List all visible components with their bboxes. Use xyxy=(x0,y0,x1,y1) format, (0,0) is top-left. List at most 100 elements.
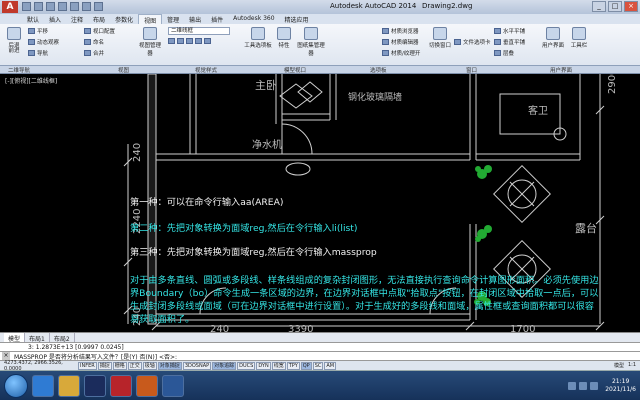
save-icon[interactable] xyxy=(46,2,55,11)
annotation-scale[interactable]: 1:1 xyxy=(628,362,636,369)
tab-layout[interactable]: 布局 xyxy=(88,14,110,24)
drawing-canvas[interactable]: [-][俯视][二维线框] 主卧 钢化玻璃隔墙 客卫 净水机 露台 2900 2… xyxy=(0,74,640,332)
tab-model[interactable]: 模型 xyxy=(4,333,26,343)
file-tabs-button[interactable]: 文件选项卡 xyxy=(454,38,491,46)
wheel-icon xyxy=(28,50,35,56)
pan-button[interactable]: 平移 xyxy=(28,27,48,35)
undo-icon[interactable] xyxy=(82,2,91,11)
texture-toggle-button[interactable]: 材质/纹理开 xyxy=(382,49,420,57)
tool-palettes-button[interactable]: 工具选项板 xyxy=(244,27,272,49)
minimize-icon[interactable]: _ xyxy=(592,1,606,12)
print-icon[interactable] xyxy=(70,2,79,11)
material-editor-button[interactable]: 材质编辑器 xyxy=(382,38,419,46)
panel-label-window[interactable]: 窗口 xyxy=(466,66,477,74)
tab-layout2[interactable]: 布局2 xyxy=(50,333,75,343)
viewport-config-button[interactable]: 视口配置 xyxy=(84,27,115,35)
back-icon xyxy=(7,27,21,40)
tab-manage[interactable]: 管理 xyxy=(162,14,184,24)
room-label-guest-bath: 客卫 xyxy=(528,104,548,117)
dim-240-top: 240 xyxy=(132,143,143,162)
toggle-3dosnap[interactable]: 3DOSNAP xyxy=(182,361,212,370)
toggle-dyn[interactable]: DYN xyxy=(256,361,271,370)
volume-icon[interactable] xyxy=(579,381,588,390)
tab-insert[interactable]: 插入 xyxy=(44,14,66,24)
tool-palette-icon xyxy=(251,27,265,40)
close-icon[interactable]: × xyxy=(624,1,638,12)
orbit-button[interactable]: 动态观察 xyxy=(28,38,59,46)
title-bar: A Autodesk AutoCAD 2014 Drawing2.dwg _ □… xyxy=(0,0,640,14)
photoshop-icon[interactable] xyxy=(84,374,106,397)
tile-vertical-button[interactable]: 垂直平铺 xyxy=(494,38,525,46)
tile-v-icon xyxy=(494,39,501,45)
panel-label-model-viewports[interactable]: 模型视口 xyxy=(284,66,306,74)
toggle-osnap[interactable]: 对象捕捉 xyxy=(157,361,182,370)
clock[interactable]: 21:19 2021/11/6 xyxy=(605,378,636,394)
pan-icon xyxy=(28,28,35,34)
autocad-icon[interactable] xyxy=(110,374,132,397)
visual-style-combo[interactable]: 二维线框 xyxy=(168,27,230,35)
tab-featured-apps[interactable]: 精选应用 xyxy=(280,14,314,24)
maximize-icon[interactable]: □ xyxy=(608,1,622,12)
new-icon[interactable] xyxy=(22,2,31,11)
open-icon[interactable] xyxy=(34,2,43,11)
tab-output[interactable]: 输出 xyxy=(184,14,206,24)
ime-icon[interactable] xyxy=(590,381,599,390)
user-interface-button[interactable]: 用户界面 xyxy=(540,27,566,49)
powerpoint-icon[interactable] xyxy=(136,374,158,397)
switch-window-button[interactable]: 切换窗口 xyxy=(428,27,452,49)
toggle-infer[interactable]: INFER xyxy=(78,361,97,370)
tile-horizontal-button[interactable]: 水平平铺 xyxy=(494,27,525,35)
redo-icon[interactable] xyxy=(94,2,103,11)
panel-label-user-interface[interactable]: 用户界面 xyxy=(550,66,572,74)
start-button[interactable] xyxy=(4,373,28,398)
panel-label-view[interactable]: 视图 xyxy=(118,66,129,74)
toggle-otrack[interactable]: 对象追踪 xyxy=(212,361,237,370)
panel-label-visual-style[interactable]: 视觉样式 xyxy=(195,66,217,74)
toggle-tpy[interactable]: TPY xyxy=(286,361,300,370)
cascade-button[interactable]: 层叠 xyxy=(494,49,514,57)
clock-date: 2021/11/6 xyxy=(605,385,636,393)
viewport-icon xyxy=(84,28,91,34)
tab-annotate[interactable]: 注释 xyxy=(66,14,88,24)
join-icon xyxy=(84,50,91,56)
toggle-ducs[interactable]: DUCS xyxy=(237,361,256,370)
panel-label-2dnav[interactable]: 二维导航 xyxy=(8,66,30,74)
toggle-sc[interactable]: SC xyxy=(312,361,324,370)
material-browser-button[interactable]: 材质浏览器 xyxy=(382,27,419,35)
toolbars-button[interactable]: 工具栏 xyxy=(566,27,592,49)
tab-view[interactable]: 视图 xyxy=(138,14,163,25)
nav-wheel-button[interactable]: 导航 xyxy=(28,49,48,57)
command-input[interactable] xyxy=(181,352,640,360)
saveas-icon[interactable] xyxy=(58,2,67,11)
overlay-line-3: 第三种：先把对象转换为面域reg,然后在令行输入massprop xyxy=(130,247,377,258)
tab-default[interactable]: 默认 xyxy=(22,14,44,24)
forward-button[interactable]: 前进 xyxy=(2,46,26,64)
tab-parametric[interactable]: 参数化 xyxy=(110,14,138,24)
toggle-grid[interactable]: 栅格 xyxy=(112,361,127,370)
properties-button[interactable]: 特性 xyxy=(272,27,296,49)
tab-layout1[interactable]: 布局1 xyxy=(25,333,50,343)
sheet-set-button[interactable]: 图纸集管理器 xyxy=(296,27,326,57)
viewport-controls-label[interactable]: [-][俯视][二维线框] xyxy=(5,76,57,85)
browser-icon[interactable] xyxy=(32,374,54,397)
tab-autodesk360[interactable]: Autodesk 360 xyxy=(228,14,279,24)
tab-plugins[interactable]: 插件 xyxy=(206,14,228,24)
word-icon[interactable] xyxy=(162,374,184,397)
network-icon[interactable] xyxy=(568,381,577,390)
toggle-ortho[interactable]: 正交 xyxy=(127,361,142,370)
named-views-button[interactable]: 命名 xyxy=(84,38,104,46)
panel-label-palettes[interactable]: 选项板 xyxy=(370,66,387,74)
view-manager-button[interactable]: 视图管理器 xyxy=(138,27,162,57)
model-space-button[interactable]: 模型 xyxy=(614,362,624,369)
application-menu-button[interactable]: A xyxy=(2,1,18,13)
tile-h-icon xyxy=(494,28,501,34)
style-icon xyxy=(177,38,184,44)
join-button[interactable]: 合并 xyxy=(84,49,104,57)
label-water-purifier: 净水机 xyxy=(252,138,282,151)
toggle-am[interactable]: AM xyxy=(324,361,337,370)
toggle-lineweight[interactable]: 线宽 xyxy=(271,361,286,370)
toggle-polar[interactable]: 极轴 xyxy=(142,361,157,370)
folder-icon[interactable] xyxy=(58,374,80,397)
toggle-qp[interactable]: QP xyxy=(300,361,312,370)
toggle-snap[interactable]: 捕捉 xyxy=(97,361,112,370)
